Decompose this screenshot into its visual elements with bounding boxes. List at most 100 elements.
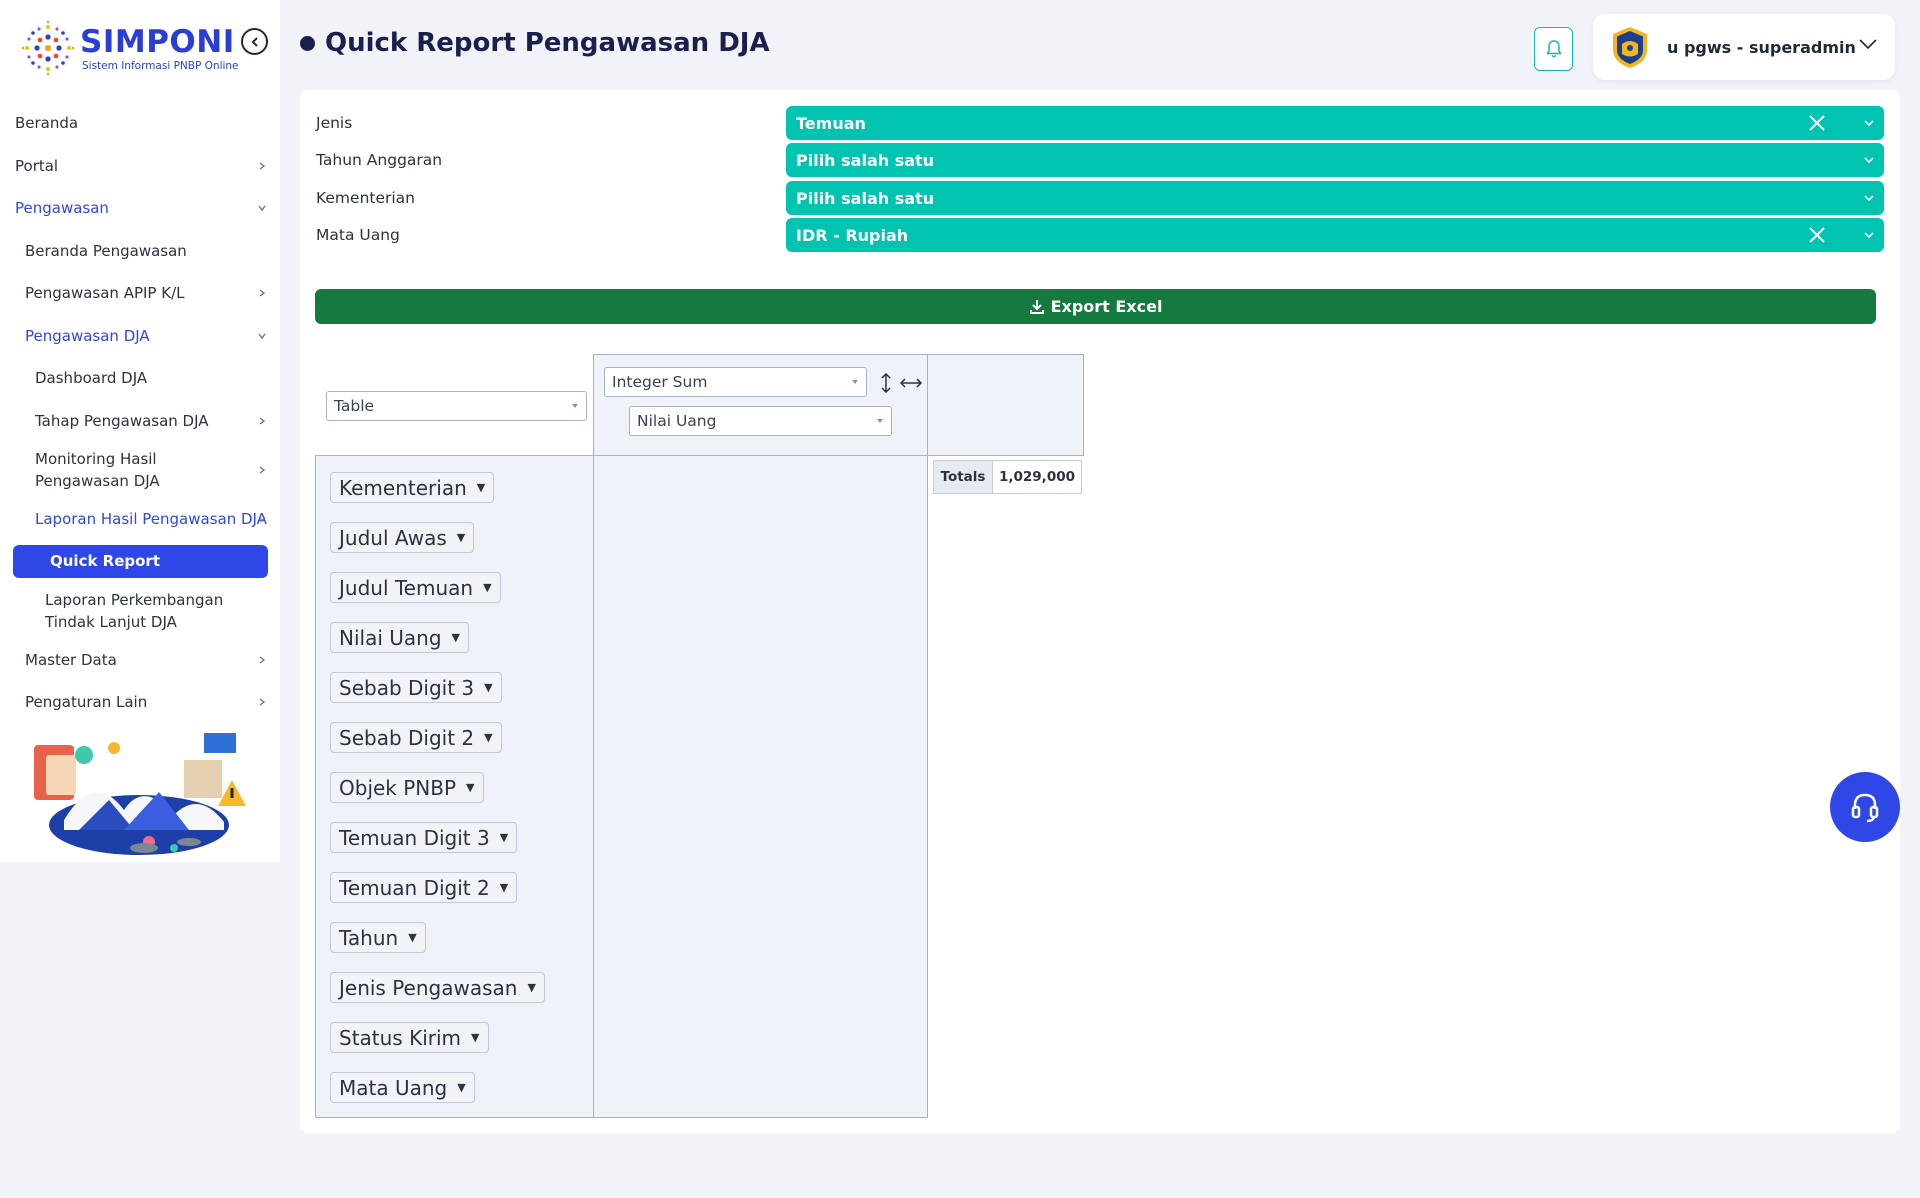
pivot-attribute[interactable]: Tahun ▼ (330, 922, 426, 953)
totals-value: 1,029,000 (992, 460, 1082, 494)
filter-arrow-icon[interactable]: ▼ (484, 681, 492, 694)
select-value: Pilih salah satu (796, 150, 935, 170)
bell-icon (1545, 40, 1562, 58)
collapse-sidebar-button[interactable] (241, 28, 268, 55)
pivot-attribute[interactable]: Objek PNBP ▼ (330, 772, 484, 803)
support-chat-button[interactable] (1830, 772, 1900, 842)
filter-arrow-icon[interactable]: ▼ (452, 631, 460, 644)
sort-rows-icon[interactable] (880, 373, 892, 393)
user-name: u pgws - superadmin (1667, 37, 1856, 57)
sidebar-item-laporan-perkembangan[interactable]: Laporan Perkembangan Tindak Lanjut DJA (0, 583, 280, 639)
kementerian-select[interactable]: Pilih salah satu (786, 181, 1884, 215)
sidebar-item-pengawasan-dja[interactable]: Pengawasan DJA (0, 315, 280, 358)
filter-arrow-icon[interactable]: ▼ (500, 831, 508, 844)
page-title: Quick Report Pengawasan DJA (325, 28, 770, 58)
filter-arrow-icon[interactable]: ▼ (484, 731, 492, 744)
filter-arrow-icon[interactable]: ▼ (471, 1031, 479, 1044)
clear-icon[interactable] (1808, 114, 1826, 132)
filter-kementerian: Kementerian Pilih salah satu (316, 181, 1884, 215)
sidebar-item-tahap-pengawasan-dja[interactable]: Tahap Pengawasan DJA (0, 400, 280, 443)
filter-label: Jenis (316, 114, 353, 132)
pivot-attribute[interactable]: Kementerian ▼ (330, 472, 495, 503)
dropdown-arrow-icon (852, 380, 858, 384)
page-header: Quick Report Pengawasan DJA (300, 28, 770, 58)
pivot-attribute[interactable]: Sebab Digit 2 ▼ (330, 722, 502, 753)
report-card: Jenis Temuan Tahun Anggaran Pilih salah … (300, 90, 1900, 1133)
dropdown-arrow-icon (572, 404, 578, 408)
sidebar-item-label: Pengawasan DJA (25, 326, 150, 345)
select-value: Temuan (796, 113, 866, 133)
kemenkeu-emblem-icon (1613, 27, 1647, 68)
select-value: Table (334, 397, 375, 415)
pivot-row-dropzone[interactable] (593, 455, 928, 1118)
pivot-attribute[interactable]: Nilai Uang ▼ (330, 622, 469, 653)
pivot-attribute[interactable]: Mata Uang ▼ (330, 1072, 475, 1103)
headset-icon (1851, 793, 1879, 823)
sidebar-item-master-data[interactable]: Master Data (0, 639, 280, 682)
sidebar-item-quick-report[interactable]: Quick Report (13, 544, 268, 578)
chevron-down-icon (1859, 39, 1877, 50)
sidebar-item-pengaturan-lain[interactable]: Pengaturan Lain (0, 681, 280, 724)
filter-label: Kementerian (316, 189, 416, 207)
pivot-attribute[interactable]: Status Kirim ▼ (330, 1022, 489, 1053)
pivot-attribute[interactable]: Sebab Digit 3 ▼ (330, 672, 502, 703)
app-logo[interactable]: SIMPONI Sistem Informasi PNBP Online (18, 18, 268, 80)
filter-arrow-icon[interactable]: ▼ (466, 781, 474, 794)
chevron-right-icon (259, 417, 266, 425)
pivot-attribute[interactable]: Temuan Digit 2 ▼ (330, 872, 518, 903)
select-value: IDR - Rupiah (796, 225, 909, 245)
aggregator-select[interactable]: Integer Sum (604, 367, 867, 397)
sidebar-item-label: Laporan Perkembangan Tindak Lanjut DJA (45, 590, 224, 631)
chevron-down-icon (1864, 232, 1874, 239)
select-value: Integer Sum (612, 373, 708, 391)
export-label: Export Excel (1050, 297, 1163, 316)
filter-arrow-icon[interactable]: ▼ (527, 981, 535, 994)
sidebar-item-portal[interactable]: Portal (0, 145, 280, 188)
sidebar-item-label: Master Data (25, 650, 117, 669)
jenis-select[interactable]: Temuan (786, 106, 1884, 140)
filter-arrow-icon[interactable]: ▼ (477, 481, 485, 494)
filter-arrow-icon[interactable]: ▼ (500, 881, 508, 894)
sidebar-item-pengawasan-apip[interactable]: Pengawasan APIP K/L (0, 272, 280, 315)
pivot-attribute[interactable]: Judul Awas ▼ (330, 522, 475, 553)
totals-label: Totals (933, 460, 993, 494)
notifications-button[interactable] (1534, 27, 1573, 71)
sidebar-item-dashboard-dja[interactable]: Dashboard DJA (0, 357, 280, 400)
filter-arrow-icon[interactable]: ▼ (457, 1081, 465, 1094)
sidebar-item-pengawasan[interactable]: Pengawasan (0, 187, 280, 230)
sidebar-item-label: Portal (15, 156, 59, 175)
filter-arrow-icon[interactable]: ▼ (457, 531, 465, 544)
sidebar-item-beranda-pengawasan[interactable]: Beranda Pengawasan (0, 230, 280, 273)
select-value: Pilih salah satu (796, 188, 935, 208)
chevron-right-icon (259, 466, 266, 474)
download-icon (1029, 299, 1044, 314)
chevron-down-icon (1864, 120, 1874, 127)
filter-arrow-icon[interactable]: ▼ (483, 581, 491, 594)
clear-icon[interactable] (1808, 226, 1826, 244)
sidebar-item-label: Laporan Hasil Pengawasan DJA (35, 510, 267, 529)
logo-title: SIMPONI (80, 24, 235, 60)
export-excel-button[interactable]: Export Excel (315, 289, 1876, 324)
tahun-anggaran-select[interactable]: Pilih salah satu (786, 143, 1884, 177)
pivot-column-dropzone[interactable] (927, 354, 1084, 456)
chevron-down-icon (1864, 157, 1874, 164)
sidebar-item-monitoring-hasil[interactable]: Monitoring Hasil Pengawasan DJA (0, 442, 280, 498)
renderer-select[interactable]: Table (326, 391, 587, 421)
value-field-select[interactable]: Nilai Uang (629, 406, 892, 436)
pivot-attribute[interactable]: Judul Temuan ▼ (330, 572, 501, 603)
filter-arrow-icon[interactable]: ▼ (408, 931, 416, 944)
sidebar-item-laporan-hasil[interactable]: Laporan Hasil Pengawasan DJA (0, 498, 280, 541)
chevron-right-icon (259, 698, 266, 706)
chevron-down-icon (258, 516, 266, 523)
sidebar-nav: Beranda Portal Pengawasan Beranda Pengaw… (0, 102, 280, 724)
pivot-attribute[interactable]: Temuan Digit 3 ▼ (330, 822, 518, 853)
chevron-right-icon (259, 162, 266, 170)
pivot-attribute[interactable]: Jenis Pengawasan ▼ (330, 972, 545, 1003)
sort-columns-icon[interactable] (900, 377, 922, 389)
sidebar-item-beranda[interactable]: Beranda (0, 102, 280, 145)
sidebar-item-label: Tahap Pengawasan DJA (35, 411, 209, 430)
user-menu[interactable]: u pgws - superadmin (1593, 14, 1895, 80)
chevron-right-icon (259, 289, 266, 297)
sidebar-item-label: Pengawasan APIP K/L (25, 284, 185, 303)
mata-uang-select[interactable]: IDR - Rupiah (786, 218, 1884, 252)
